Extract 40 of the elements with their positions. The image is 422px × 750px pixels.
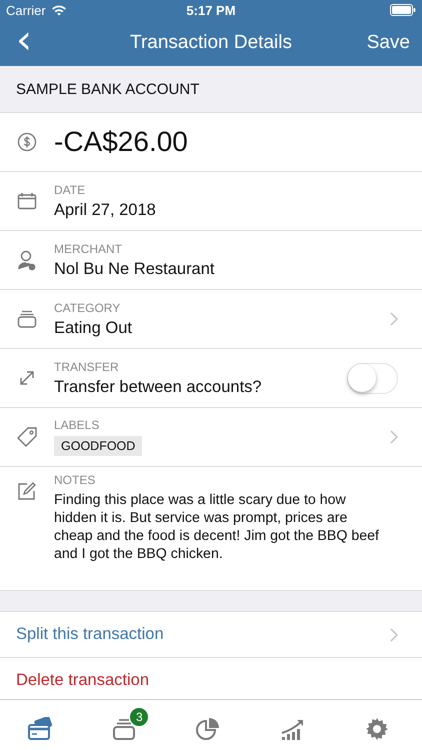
field-label: TRANSFER (54, 360, 120, 374)
field-value: Eating Out (54, 318, 133, 338)
detail-row[interactable]: LABELS GOODFOOD (0, 408, 422, 467)
action-row[interactable]: Delete transaction (0, 658, 422, 699)
field-label: DATE (54, 182, 86, 196)
amount-value: -CA$26.00 (54, 126, 189, 158)
account-name: SAMPLE BANK ACCOUNT (16, 80, 200, 98)
notes-text: Finding this place was a little scary due to how hidden it is. But service was prompt, prices are cheap and the food is decent! Jim got the BBQ beef and I got the BBQ chicken. (54, 491, 380, 563)
field-label: NOTES (54, 473, 96, 487)
categories-tab[interactable]: 3 (106, 708, 148, 742)
calendar-icon (17, 192, 37, 210)
person-icon (17, 249, 37, 271)
back-button[interactable]: ‹ (12, 20, 36, 60)
action-label: Delete transaction (16, 671, 150, 690)
field-label: LABELS (54, 418, 100, 432)
pie-chart-icon (196, 716, 220, 740)
carrier-label: Carrier (6, 2, 46, 18)
edit-icon (17, 481, 37, 501)
settings-icon (365, 716, 390, 740)
action-row[interactable]: Split this transaction (0, 612, 422, 658)
stack-icon (112, 716, 136, 740)
field-value: Nol Bu Ne Restaurant (54, 260, 216, 278)
field-label: MERCHANT (54, 242, 123, 256)
label-tag: GOODFOOD (54, 436, 142, 456)
count-badge: 3 (130, 708, 148, 726)
stack-icon (17, 309, 37, 329)
battery-icon (390, 4, 416, 16)
cards-icon (26, 716, 53, 740)
status-time: 5:17 PM (186, 2, 236, 18)
field-label: CATEGORY (54, 300, 122, 314)
transfer-switch[interactable] (347, 362, 398, 394)
wifi-icon (50, 4, 67, 16)
save-button[interactable]: Save (366, 32, 410, 54)
detail-row[interactable]: CATEGORY Eating Out (0, 290, 422, 349)
field-value: Transfer between accounts? (54, 378, 263, 396)
screen-title: Transaction Details (130, 32, 292, 54)
tag-icon (16, 426, 38, 448)
action-label: Split this transaction (16, 625, 165, 644)
field-value: April 27, 2018 (54, 200, 157, 220)
dollar-icon (17, 132, 37, 152)
